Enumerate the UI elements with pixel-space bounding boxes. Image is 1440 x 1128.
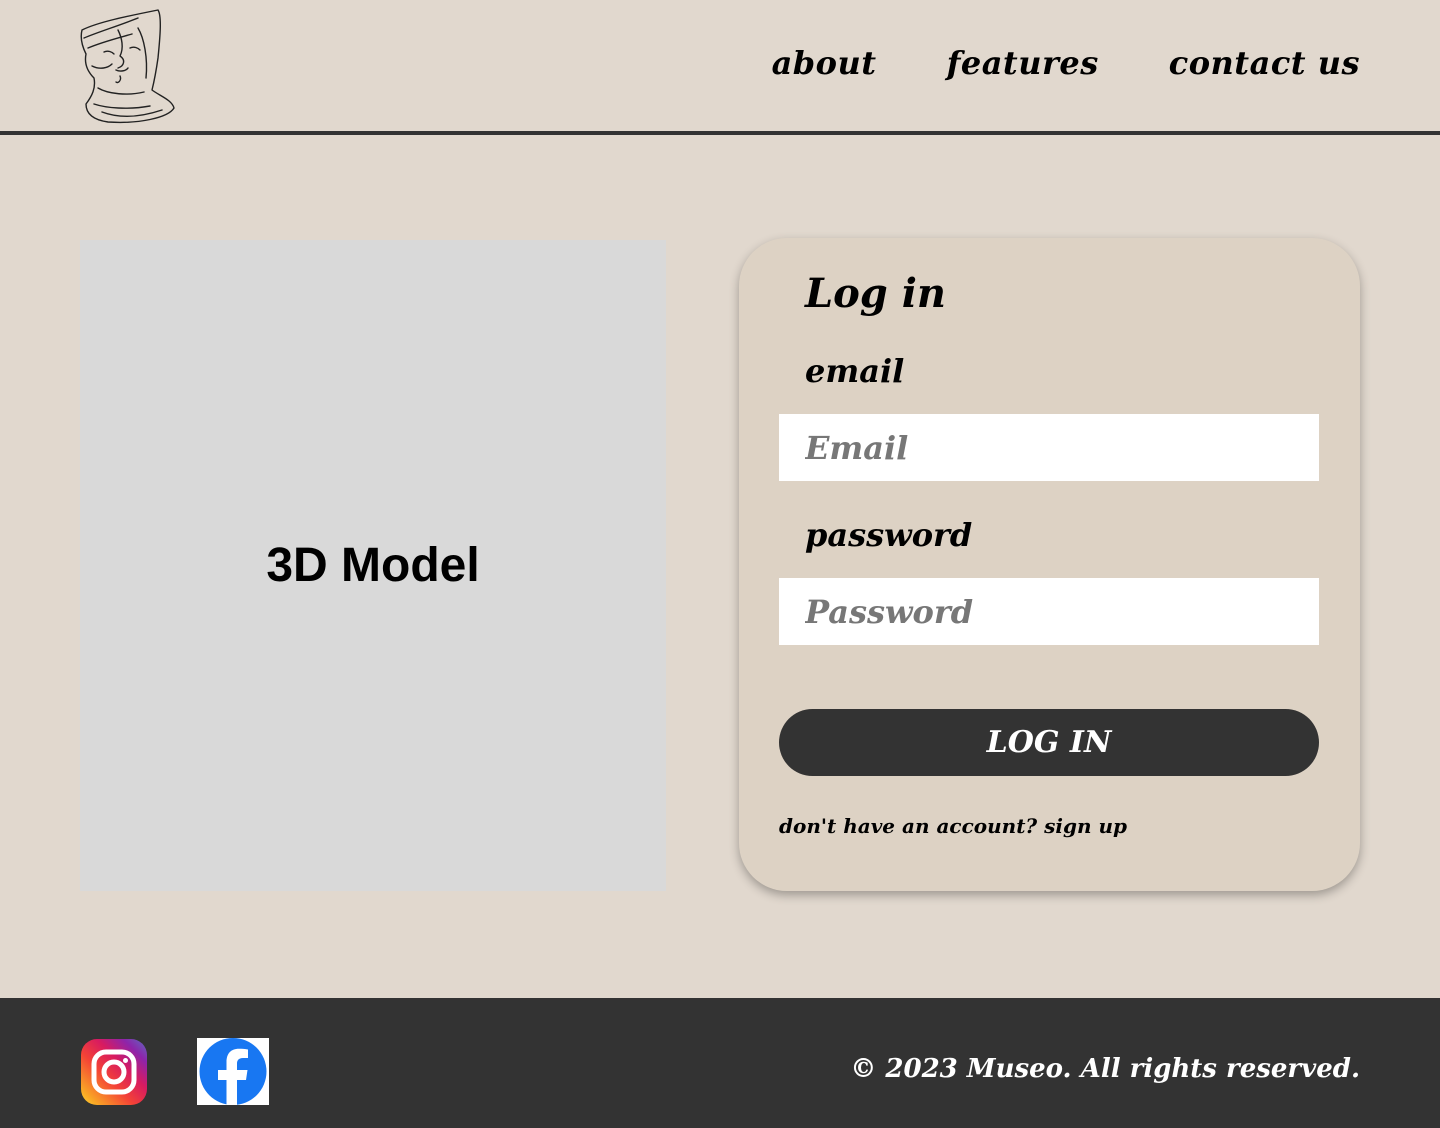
signup-row: don't have an account? sign up xyxy=(779,814,1127,838)
nav-about-link[interactable]: about xyxy=(772,44,877,82)
logo-icon[interactable] xyxy=(78,8,178,126)
facebook-icon[interactable] xyxy=(197,1038,269,1105)
instagram-icon[interactable] xyxy=(81,1039,147,1105)
model-placeholder-label: 3D Model xyxy=(266,539,480,592)
signup-link[interactable]: sign up xyxy=(1044,814,1127,838)
signup-prompt: don't have an account? xyxy=(779,814,1038,838)
password-label: password xyxy=(805,516,973,554)
email-label: email xyxy=(805,352,905,390)
site-header: about features contact us xyxy=(0,0,1440,135)
password-input[interactable] xyxy=(779,578,1319,645)
site-footer: © 2023 Museo. All rights reserved. xyxy=(0,998,1440,1128)
login-button[interactable]: LOG IN xyxy=(779,709,1319,776)
model-viewer-placeholder[interactable]: 3D Model xyxy=(80,240,666,891)
main-nav: about features contact us xyxy=(772,44,1360,82)
copyright-text: © 2023 Museo. All rights reserved. xyxy=(850,1054,1360,1084)
email-input[interactable] xyxy=(779,414,1319,481)
nav-contact-link[interactable]: contact us xyxy=(1169,44,1360,82)
login-title: Log in xyxy=(805,270,946,317)
nav-features-link[interactable]: features xyxy=(947,44,1099,82)
login-card: Log in email password LOG IN don't have … xyxy=(739,238,1360,891)
